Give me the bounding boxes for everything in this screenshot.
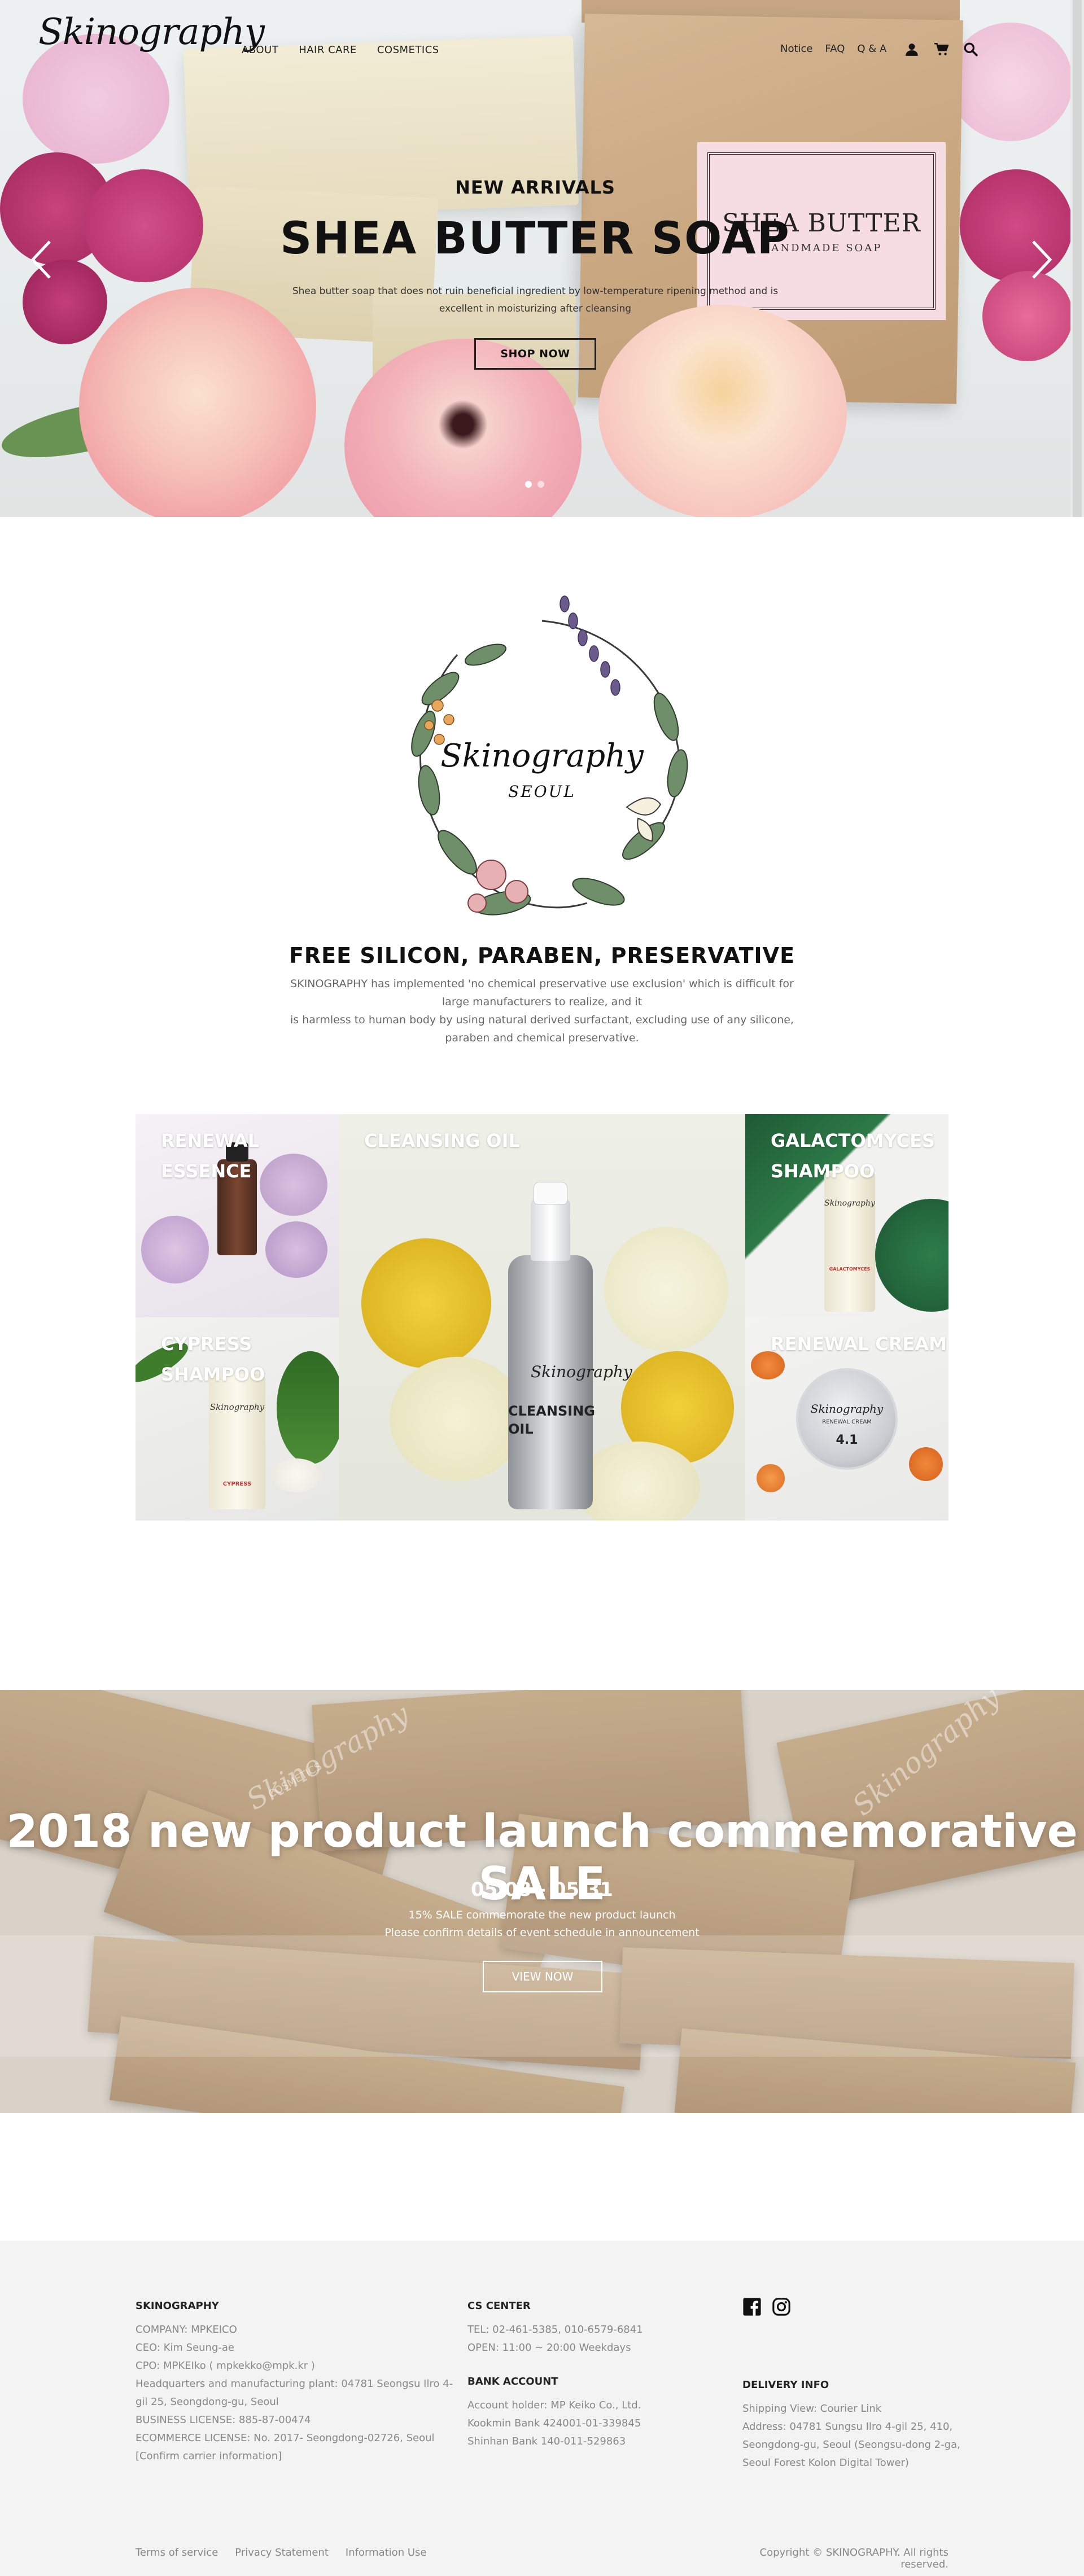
product-label: CYPRESS SHAMPOO — [161, 1333, 265, 1385]
shop-now-button[interactable]: SHOP NOW — [474, 338, 596, 370]
user-icon[interactable] — [903, 41, 920, 58]
footer-company-line: CEO: Kim Seung-ae — [136, 2342, 234, 2354]
bottle-label: CLEANSING OIL — [508, 1403, 595, 1437]
view-now-button[interactable]: VIEW NOW — [483, 1961, 602, 1992]
product-tile-cleansing-oil[interactable]: Skinography CLEANSING OIL CLEANSING OIL — [339, 1114, 745, 1521]
footer-bank-account: BANK ACCOUNT Account holder: MP Keiko Co… — [467, 2373, 705, 2451]
sale-description: 15% SALE commemorate the new product lau… — [0, 1907, 1084, 1942]
slider-dots — [525, 481, 544, 488]
footer-link-information-use[interactable]: Information Use — [346, 2547, 427, 2559]
wreath-logo-name: Skinography — [440, 738, 644, 774]
footer-company-line: COMPANY: MPKEICO — [136, 2324, 237, 2336]
product-tile-cypress-shampoo[interactable]: Skinography CYPRESS CYPRESS SHAMPOO — [136, 1317, 339, 1521]
copyright: Copyright © SKINOGRAPHY. All rights rese… — [759, 2547, 949, 2570]
jar-brand: Skinography — [810, 1402, 884, 1416]
brand-title: FREE SILICON, PARABEN, PRESERVATIVE — [289, 943, 795, 968]
product-tile-galactomyces-shampoo[interactable]: Skinography GALACTOMYCES GALACTOMYCES SH… — [745, 1114, 948, 1317]
util-notice[interactable]: Notice — [780, 43, 813, 55]
hero-title: SHEA BUTTER SOAP — [280, 213, 790, 264]
footer-cs-center: CS CENTER TEL: 02-461-5385, 010-6579-684… — [467, 2297, 705, 2357]
footer-link-privacy[interactable]: Privacy Statement — [235, 2547, 329, 2559]
sale-description-line: Please confirm details of event schedule… — [384, 1926, 700, 1939]
product-label: RENEWAL CREAM — [771, 1333, 947, 1355]
wreath-logo-city: SEOUL — [508, 782, 576, 801]
footer-bank-line: Kookmin Bank 424001-01-339845 — [467, 2417, 641, 2429]
main-nav: ABOUT HAIR CARE COSMETICS — [242, 44, 439, 56]
sale-description-line: 15% SALE commemorate the new product lau… — [408, 1909, 676, 1921]
footer-delivery: DELIVERY INFO Shipping View: Courier Lin… — [742, 2376, 963, 2472]
bottle-label: GALACTOMYCES — [829, 1267, 871, 1272]
nav-cosmetics[interactable]: COSMETICS — [377, 44, 439, 56]
footer-delivery-line: Shipping View: Courier Link — [742, 2403, 882, 2415]
footer-links: Terms of service Privacy Statement Infor… — [136, 2547, 426, 2559]
footer-bank-line: Account holder: MP Keiko Co., Ltd. — [467, 2399, 641, 2411]
brand-wreath-logo: Skinography SEOUL — [411, 595, 688, 915]
hero-slider: SHEA BUTTER HANDMADE SOAP Skinography AB… — [0, 0, 1070, 517]
footer-heading: BANK ACCOUNT — [467, 2376, 558, 2387]
jar-number: 4.1 — [836, 1433, 858, 1447]
bottle-brand: Skinography — [531, 1363, 632, 1381]
brand-description-line: SKINOGRAPHY has implemented 'no chemical… — [290, 978, 794, 1008]
site-logo[interactable]: Skinography — [38, 11, 265, 53]
footer-heading: DELIVERY INFO — [742, 2379, 829, 2391]
bottle-brand: Skinography — [824, 1199, 875, 1208]
footer-company-line: BUSINESS LICENSE: 885-87-00474 — [136, 2414, 311, 2426]
footer-heading: SKINOGRAPHY — [136, 2300, 219, 2312]
utility-icons — [903, 41, 979, 58]
util-faq[interactable]: FAQ — [825, 43, 845, 55]
footer-link-terms[interactable]: Terms of service — [136, 2547, 218, 2559]
footer-cs-line: OPEN: 11:00 ~ 20:00 Weekdays — [467, 2342, 631, 2354]
hero-scrollbar[interactable] — [1070, 0, 1084, 517]
hero-flower — [598, 305, 847, 517]
slider-prev-arrow-icon[interactable] — [27, 237, 55, 282]
footer-heading: CS CENTER — [467, 2300, 531, 2312]
hero-flower — [79, 288, 316, 517]
social-links — [742, 2297, 791, 2316]
product-label: RENEWAL ESSENCE — [161, 1130, 260, 1182]
product-tile-renewal-essence[interactable]: RENEWAL ESSENCE — [136, 1114, 339, 1317]
bottle-brand: Skinography — [209, 1402, 265, 1412]
hero-kicker: NEW ARRIVALS — [455, 177, 615, 198]
bottle-label: CYPRESS — [222, 1481, 252, 1487]
footer-company-line: Headquarters and manufacturing plant: 04… — [136, 2378, 453, 2408]
footer-bank-line: Shinhan Bank 140-011-529863 — [467, 2435, 626, 2447]
jar-label: RENEWAL CREAM — [822, 1419, 872, 1425]
brand-description-line: is harmless to human body by using natur… — [290, 1014, 794, 1044]
product-label: GALACTOMYCES SHAMPOO — [771, 1130, 935, 1182]
sale-date: 05/08 - 05/31 — [471, 1878, 613, 1901]
slider-dot[interactable] — [525, 481, 532, 488]
product-tile-renewal-cream[interactable]: Skinography RENEWAL CREAM 4.1 RENEWAL CR… — [745, 1317, 948, 1521]
product-grid: RENEWAL ESSENCE Skinography CLEANSING OI… — [136, 1114, 948, 1521]
footer-company: SKINOGRAPHY COMPANY: MPKEICO CEO: Kim Se… — [136, 2297, 463, 2465]
slider-next-arrow-icon[interactable] — [1028, 237, 1056, 282]
hero-description: Shea butter soap that does not ruin bene… — [292, 286, 779, 314]
cart-icon[interactable] — [933, 41, 950, 58]
hero-flower — [982, 271, 1070, 361]
utility-nav: Notice FAQ Q & A — [780, 43, 886, 55]
site-header: Skinography ABOUT HAIR CARE COSMETICS No… — [0, 0, 1070, 56]
footer-cs-line: TEL: 02-461-5385, 010-6579-6841 — [467, 2324, 643, 2336]
product-label: CLEANSING OIL — [364, 1130, 520, 1151]
instagram-icon[interactable] — [772, 2297, 791, 2316]
footer-delivery-line: Address: 04781 Sungsu Ilro 4-gil 25, 410… — [742, 2421, 960, 2469]
slider-dot[interactable] — [537, 481, 544, 488]
util-qna[interactable]: Q & A — [857, 43, 886, 55]
nav-about[interactable]: ABOUT — [242, 44, 278, 56]
sale-band — [0, 1935, 1084, 2057]
page: SHEA BUTTER HANDMADE SOAP Skinography AB… — [0, 0, 1084, 2576]
brand-description: SKINOGRAPHY has implemented 'no chemical… — [282, 975, 802, 1047]
nav-hair-care[interactable]: HAIR CARE — [299, 44, 357, 56]
facebook-icon[interactable] — [742, 2297, 762, 2316]
footer-company-line: ECOMMERCE LICENSE: No. 2017- Seongdong-0… — [136, 2432, 435, 2462]
footer-company-line: CPO: MPKEIko ( mpkekko@mpk.kr ) — [136, 2360, 315, 2372]
search-icon[interactable] — [962, 41, 979, 58]
